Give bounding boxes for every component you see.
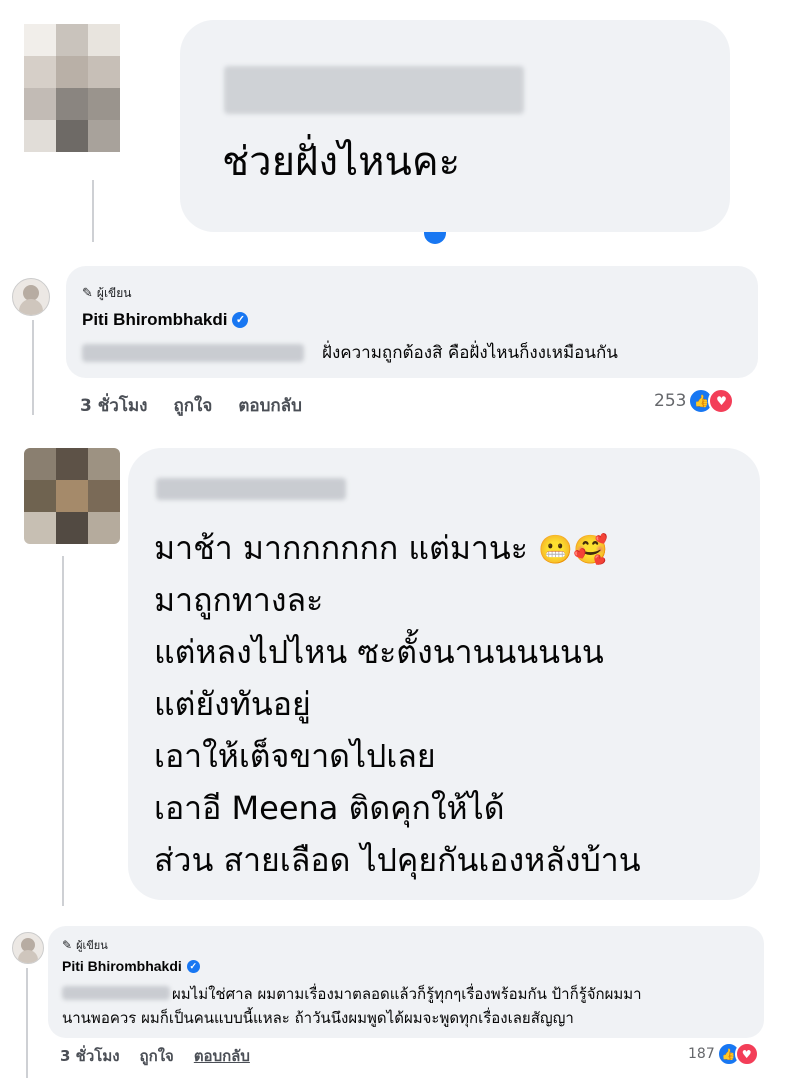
comment-line: ส่วน สายเลือด ไปคุยกันเองหลังบ้าน: [154, 841, 641, 879]
author-badge: ✎ ผู้เขียน: [62, 936, 108, 954]
blurred-commenter-name: [224, 66, 524, 114]
comment-bubble: มาช้า มากกกกกก แต่มานะ 😬🥰 มาถูกทางละ แต่…: [128, 448, 760, 900]
avatar-blurred[interactable]: [24, 24, 120, 152]
reaction-summary[interactable]: 187 👍 ♥: [688, 1042, 759, 1066]
comment-line: เอาอี Meena ติดคุกให้ได้: [154, 789, 505, 827]
reaction-count: 187: [688, 1046, 715, 1062]
reply-text-line: นานพอควร ผมก็เป็นคนแบบนี้แหละ ถ้าวันนึงผ…: [62, 1009, 574, 1027]
reply-button[interactable]: ตอบกลับ: [238, 392, 302, 419]
verified-icon: ✓: [232, 312, 249, 328]
timestamp[interactable]: 3 ชั่วโมง: [60, 1044, 120, 1068]
like-button[interactable]: ถูกใจ: [140, 1044, 174, 1068]
comment-line: เอาให้เต็จขาดไปเลย: [154, 737, 436, 775]
author-avatar[interactable]: [12, 932, 44, 964]
comment-line: มาช้า มากกกกกก แต่มานะ 😬🥰: [154, 529, 608, 567]
author-badge-label: ผู้เขียน: [96, 286, 132, 300]
reply-bubble: ✎ ผู้เขียน Piti Bhirombhakdi ✓ ฝั่งความถ…: [66, 266, 758, 378]
author-name-text[interactable]: Piti Bhirombhakdi: [82, 310, 227, 330]
love-reaction-icon: ♥: [734, 1042, 759, 1066]
reaction-count: 253: [654, 391, 687, 411]
timestamp[interactable]: 3 ชั่วโมง: [80, 392, 147, 419]
reaction-summary[interactable]: 253 👍 ♥: [654, 388, 735, 414]
reply-actions: 3 ชั่วโมง ถูกใจ ตอบกลับ: [80, 392, 302, 419]
blurred-commenter-name: [156, 478, 346, 500]
author-name-text[interactable]: Piti Bhirombhakdi: [62, 958, 182, 974]
author-badge-label: ผู้เขียน: [76, 939, 108, 952]
reply-text-line: ผมไม่ใช่ศาล ผมตามเรื่องมาตลอดแล้วก็รู้ทุ…: [172, 985, 642, 1003]
thread-line: [32, 320, 34, 415]
like-button[interactable]: ถูกใจ: [173, 392, 212, 419]
smiling-hearts-emoji-icon: 🥰: [572, 533, 608, 566]
verified-icon: ✓: [186, 959, 200, 973]
blurred-mention: [82, 344, 304, 362]
comment-line: มาถูกทางละ: [154, 581, 324, 619]
reply-text: ฝั่งความถูกต้องสิ คือฝั่งไหนก็งงเหมือนกั…: [322, 343, 618, 363]
reply-button[interactable]: ตอบกลับ: [194, 1044, 250, 1068]
comment-bubble: ช่วยฝั่งไหนคะ: [180, 20, 730, 232]
pencil-icon: ✎: [82, 286, 93, 301]
comment-line: แต่ยังทันอยู่: [154, 685, 311, 723]
pencil-icon: ✎: [62, 938, 73, 952]
reply-bubble: ✎ ผู้เขียน Piti Bhirombhakdi ✓ ผมไม่ใช่ศ…: [48, 926, 764, 1038]
comment-text: ช่วยฝั่งไหนคะ: [222, 139, 461, 185]
author-badge: ✎ ผู้เขียน: [82, 284, 131, 303]
reply-actions: 3 ชั่วโมง ถูกใจ ตอบกลับ: [60, 1044, 250, 1068]
thread-line: [26, 968, 28, 1078]
author-name[interactable]: Piti Bhirombhakdi ✓: [62, 958, 200, 974]
thread-line: [92, 180, 94, 242]
love-reaction-icon: ♥: [708, 388, 735, 414]
blurred-mention: [62, 986, 170, 1000]
reaction-icon-partial: [424, 232, 446, 244]
grimace-emoji-icon: 😬: [538, 533, 573, 566]
avatar-blurred[interactable]: [24, 448, 120, 544]
author-avatar[interactable]: [12, 278, 50, 316]
comment-line: แต่หลงไปไหน ซะตั้งนานนนนนน: [154, 633, 604, 671]
thread-line: [62, 556, 64, 906]
author-name[interactable]: Piti Bhirombhakdi ✓: [82, 310, 249, 330]
